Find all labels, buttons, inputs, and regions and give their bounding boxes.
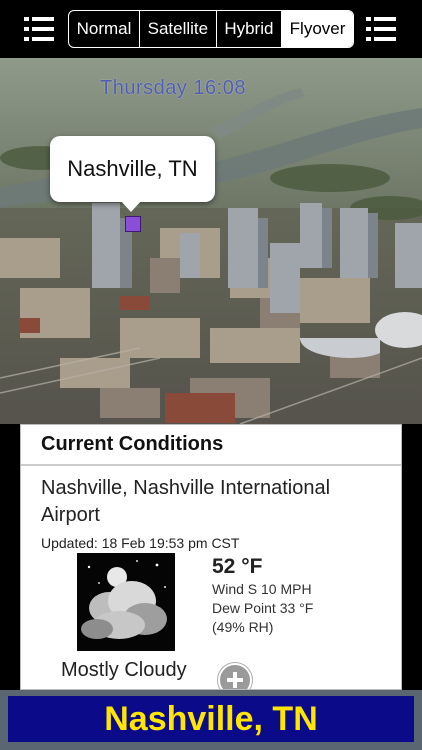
segment-satellite[interactable]: Satellite <box>140 11 217 47</box>
callout-pointer <box>120 200 142 212</box>
pin-icon[interactable] <box>125 216 141 232</box>
flyover-map[interactable] <box>0 58 422 424</box>
list-icon <box>366 17 396 41</box>
location-callout[interactable]: Nashville, TN <box>50 136 215 202</box>
dew-point-value: Dew Point 33 °F <box>212 600 314 616</box>
map-datetime-label: Thursday 16:08 <box>100 77 246 99</box>
top-bar: Normal Satellite Hybrid Flyover <box>0 0 422 58</box>
panel-title: Current Conditions <box>21 425 401 466</box>
conditions-summary: Mostly Cloudy <box>61 659 187 681</box>
wind-value: Wind S 10 MPH <box>212 581 312 597</box>
city-aerial-view <box>0 58 422 424</box>
cloudy-night-icon <box>77 553 175 651</box>
humidity-value: (49% RH) <box>212 619 274 635</box>
right-menu-button[interactable] <box>364 12 398 46</box>
list-icon <box>24 17 54 41</box>
add-button[interactable] <box>218 663 252 689</box>
station-name: Nashville, Nashville International Airpo… <box>41 477 331 526</box>
map-type-segmented-control: Normal Satellite Hybrid Flyover <box>68 10 354 48</box>
segment-flyover[interactable]: Flyover <box>282 11 353 47</box>
segment-normal[interactable]: Normal <box>69 11 141 47</box>
temperature-value: 52 °F <box>212 555 263 578</box>
city-banner: Nashville, TN <box>8 696 414 742</box>
current-conditions-panel: Current Conditions Nashville, Nashville … <box>20 424 402 690</box>
left-menu-button[interactable] <box>22 12 56 46</box>
segment-hybrid[interactable]: Hybrid <box>217 11 283 47</box>
updated-timestamp: Updated: 18 Feb 19:53 pm CST <box>41 535 240 551</box>
